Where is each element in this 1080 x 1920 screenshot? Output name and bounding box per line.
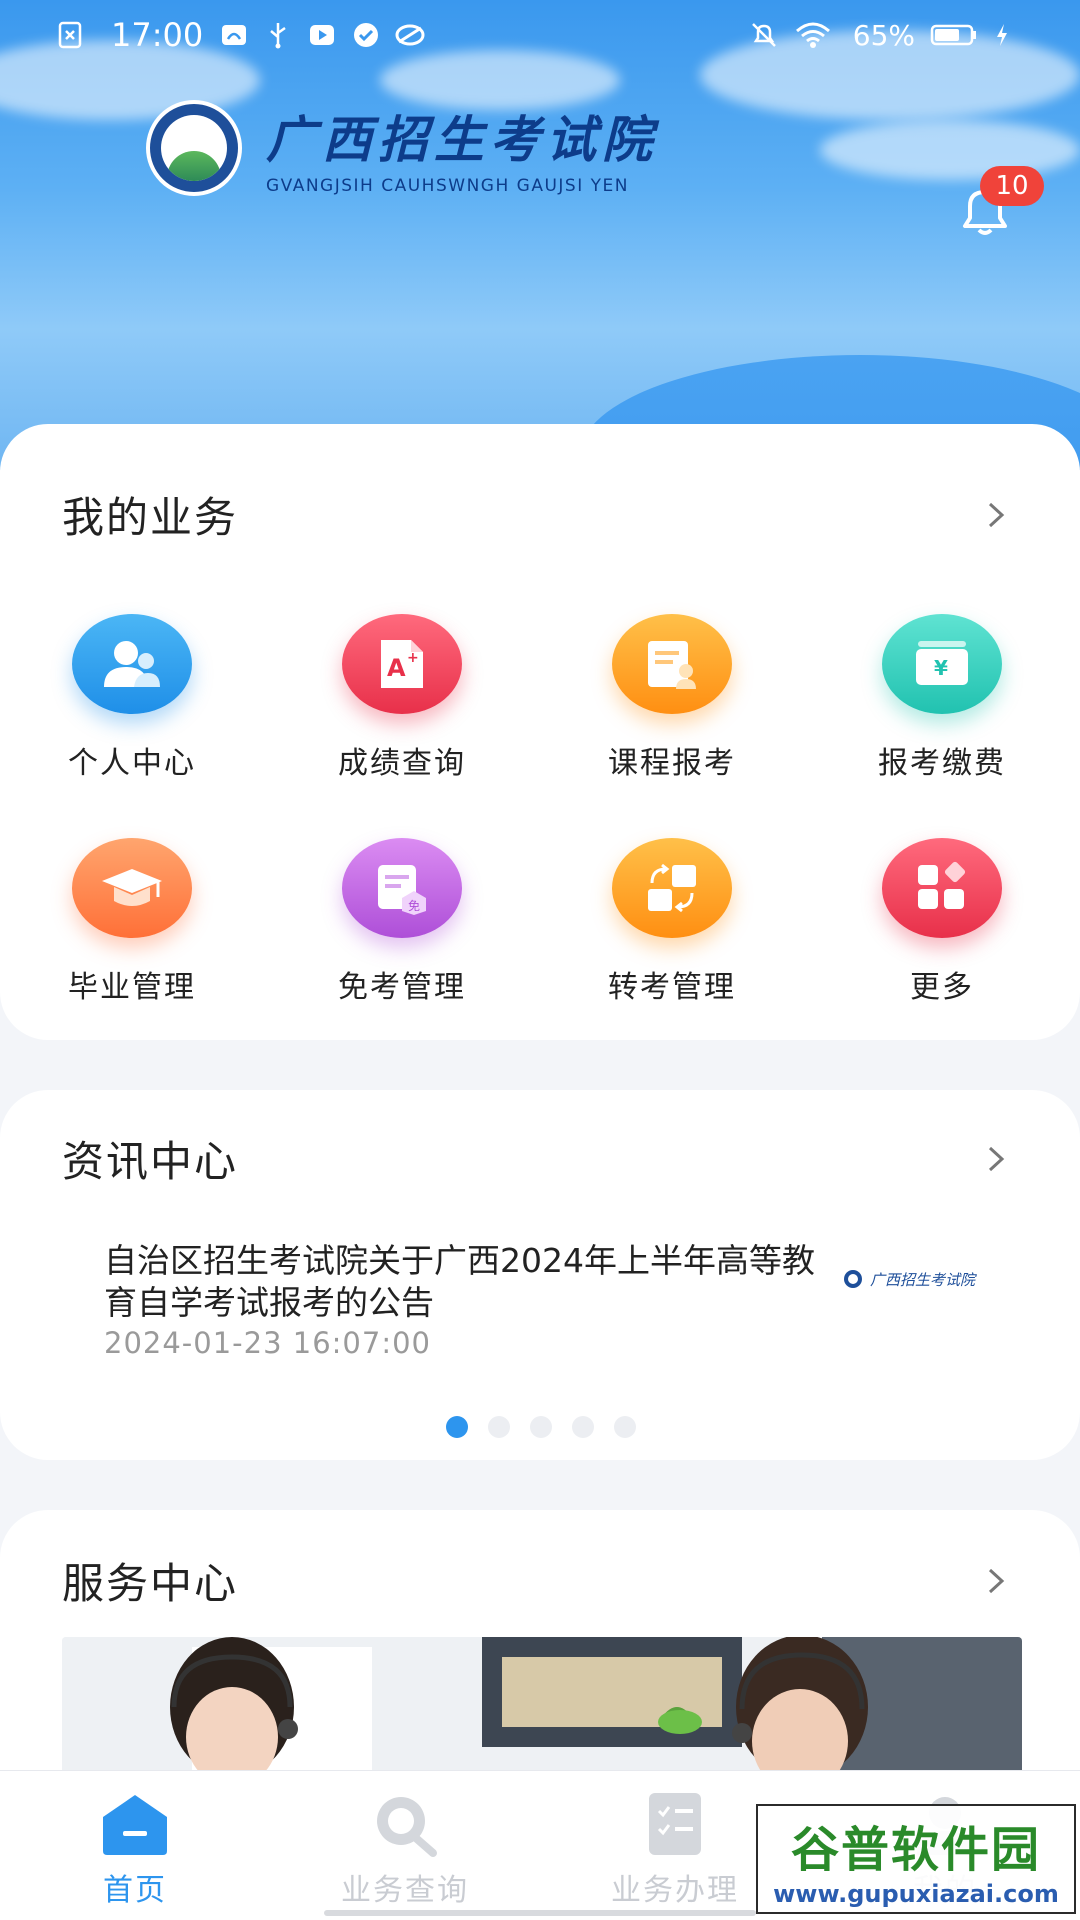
grid-item-transfer[interactable]: 转考管理 (572, 838, 772, 1006)
mute-bell-icon (749, 20, 779, 50)
grid-item-personal-center[interactable]: 个人中心 (32, 614, 232, 782)
battery-percent: 65% (852, 18, 915, 52)
my-business-card: 我的业务 个人中心 A + 成绩查询 课程报考 ¥ 报考缴费 毕业管理 免 免考… (0, 424, 1080, 1040)
my-business-title: 我的业务 (62, 493, 239, 542)
news-thumbnail[interactable]: 广西招生考试院 (842, 1268, 975, 1290)
wifi-icon (793, 20, 833, 50)
grid-label: 个人中心 (68, 746, 196, 781)
grid-item-exam-fee[interactable]: ¥ 报考缴费 (842, 614, 1042, 782)
video-play-icon (307, 20, 337, 50)
more-grid-icon (882, 838, 1002, 938)
tab-label: 业务查询 (341, 1873, 469, 1908)
tab-home[interactable]: 首页 (0, 1771, 270, 1920)
carousel-dot[interactable] (572, 1416, 594, 1438)
svg-text:免: 免 (408, 898, 420, 913)
watermark-text: 谷普软件园 (790, 1822, 1041, 1878)
grid-label: 免考管理 (338, 970, 466, 1005)
news-center-header[interactable]: 资讯中心 (62, 1128, 1010, 1189)
grid-item-course-registration[interactable]: 课程报考 (572, 614, 772, 782)
grid-label: 更多 (910, 970, 974, 1005)
notification-count-badge: 10 (980, 166, 1044, 206)
service-banner-image[interactable] (62, 1637, 1022, 1777)
svg-text:+: + (407, 650, 419, 666)
my-business-header[interactable]: 我的业务 (62, 484, 1010, 545)
carousel-dot[interactable] (614, 1416, 636, 1438)
carousel-dot[interactable] (530, 1416, 552, 1438)
battery-icon (929, 20, 979, 50)
grid-item-graduation[interactable]: 毕业管理 (32, 838, 232, 1006)
usb-icon (263, 20, 293, 50)
sim-off-icon (55, 20, 85, 50)
logo-title-en: GVANGJSIH CAUHSWNGH GAUJSI YEN (266, 176, 629, 196)
service-center-header[interactable]: 服务中心 (62, 1550, 1010, 1611)
grid-label: 课程报考 (608, 746, 736, 781)
svg-text:¥: ¥ (934, 656, 948, 680)
tab-label: 业务办理 (611, 1873, 739, 1908)
user-icon (72, 614, 192, 714)
home-icon (103, 1795, 167, 1855)
news-thumbnail-text: 广西招生考试院 (870, 1270, 976, 1289)
carousel-dot[interactable] (446, 1416, 468, 1438)
svg-text:A: A (387, 654, 406, 682)
graduation-cap-icon (72, 838, 192, 938)
news-center-title: 资讯中心 (62, 1137, 239, 1186)
logo-title-cn: 广西招生考试院 (266, 110, 658, 169)
transfer-icon (612, 838, 732, 938)
charging-icon (993, 20, 1011, 50)
tab-label: 首页 (103, 1873, 167, 1908)
carousel-pagination (446, 1416, 656, 1438)
checklist-icon (649, 1793, 701, 1855)
watermark-logo: 谷普软件园 www.gupuxiazai.com (756, 1804, 1076, 1914)
news-timestamp: 2024-01-23 16:07:00 (104, 1326, 431, 1360)
chevron-right-icon[interactable] (980, 1144, 1010, 1174)
grid-label: 成绩查询 (338, 746, 466, 781)
home-indicator[interactable] (324, 1910, 756, 1916)
service-center-title: 服务中心 (62, 1559, 239, 1608)
grid-label: 转考管理 (608, 970, 736, 1005)
news-headline[interactable]: 自治区招生考试院关于广西2024年上半年高等教育自学考试报考的公告 (104, 1240, 834, 1324)
tab-business-query[interactable]: 业务查询 (270, 1771, 540, 1920)
institution-logo: 广西招生考试院 GVANGJSIH CAUHSWNGH GAUJSI YEN (146, 100, 658, 196)
course-icon (612, 614, 732, 714)
carousel-dot[interactable] (488, 1416, 510, 1438)
watermark-url: www.gupuxiazai.com (773, 1880, 1059, 1908)
payment-icon: ¥ (882, 614, 1002, 714)
grid-item-grade-query[interactable]: A + 成绩查询 (302, 614, 502, 782)
status-bar: 17:00 65% (0, 0, 1080, 70)
grid-label: 报考缴费 (878, 746, 1006, 781)
app-notification-icon (219, 20, 249, 50)
grid-label: 毕业管理 (68, 970, 196, 1005)
grade-icon: A + (342, 614, 462, 714)
header-banner: 17:00 65% 广西招生考试院 GVANGJSIH CAUHSWNGH GA… (0, 0, 1080, 470)
emblem-icon (146, 100, 242, 196)
grid-item-exemption[interactable]: 免 免考管理 (302, 838, 502, 1006)
grid-item-more[interactable]: 更多 (842, 838, 1042, 1006)
check-circle-icon (351, 20, 381, 50)
chevron-right-icon[interactable] (980, 500, 1010, 530)
chevron-right-icon[interactable] (980, 1566, 1010, 1596)
exemption-icon: 免 (342, 838, 462, 938)
search-icon (377, 1797, 437, 1857)
status-time: 17:00 (111, 16, 204, 54)
browser-icon (395, 20, 425, 50)
